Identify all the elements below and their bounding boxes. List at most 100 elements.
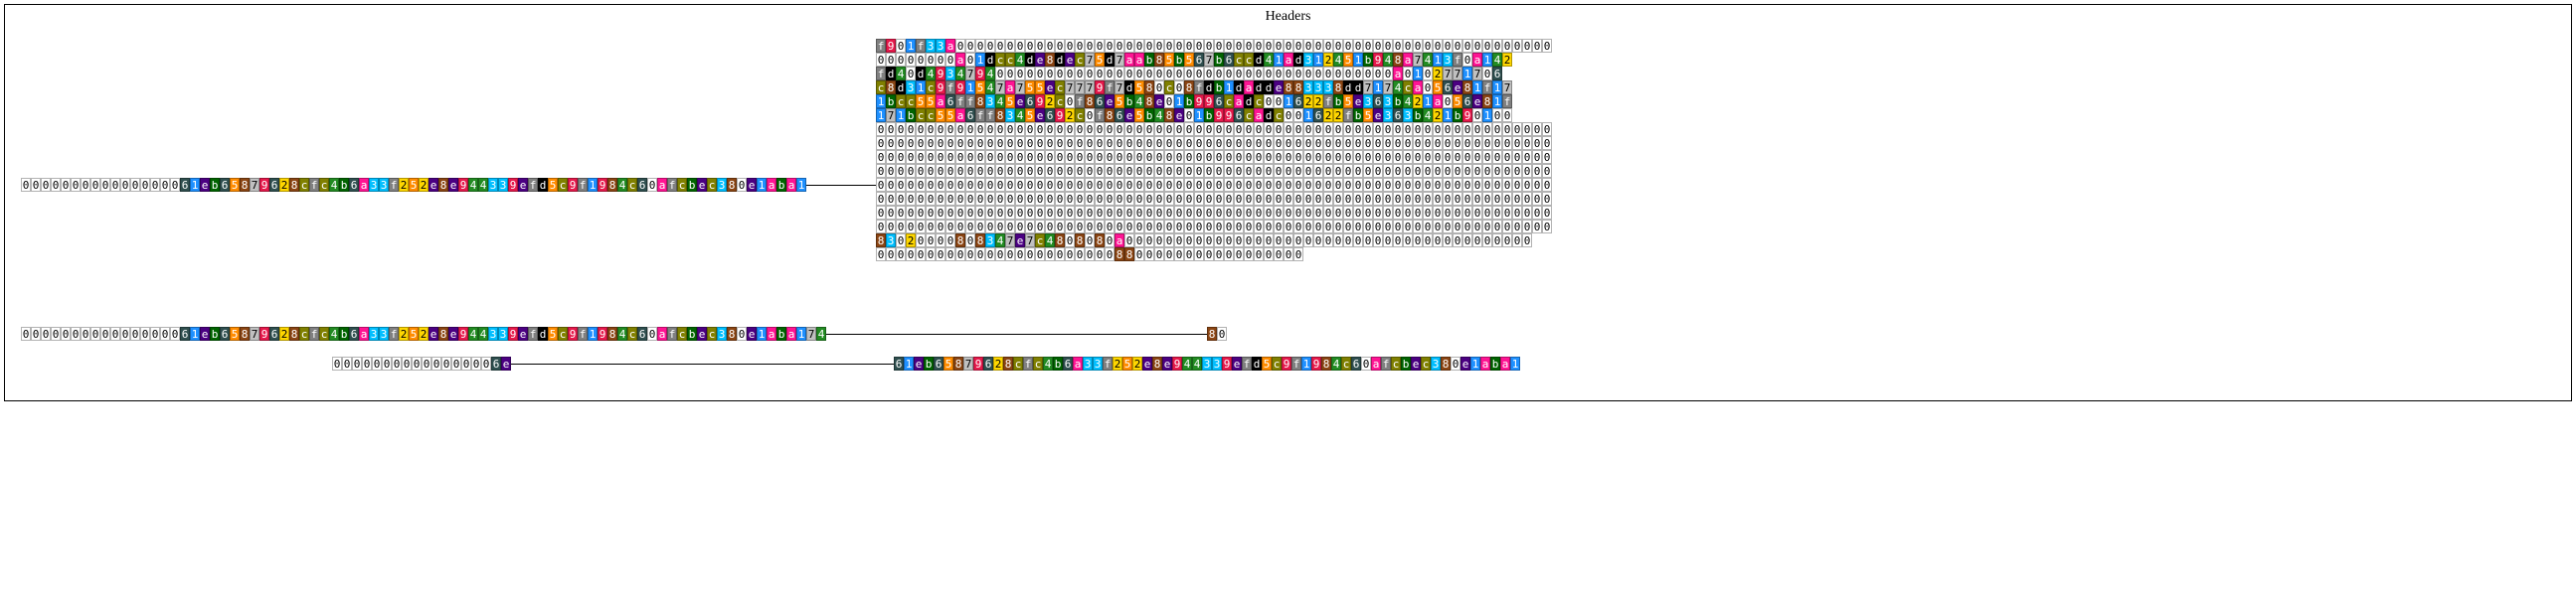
- hex-cell: 0: [1453, 164, 1462, 178]
- hex-cell: 0: [1373, 122, 1383, 136]
- headers-panel: Headers 000000000000000061eb65879628cfc4…: [4, 4, 2572, 401]
- hex-cell: 0: [995, 150, 1005, 164]
- hex-cell: 0: [1025, 247, 1035, 261]
- hex-cell: 0: [896, 39, 906, 53]
- hex-cell: 0: [1482, 122, 1492, 136]
- hex-cell: 8: [1164, 108, 1174, 122]
- hex-cell: 0: [1303, 178, 1313, 192]
- hex-cell: 0: [886, 164, 896, 178]
- hex-cell: 0: [1363, 39, 1373, 53]
- hex-cell: 0: [1353, 39, 1363, 53]
- hex-cell: 3: [1313, 80, 1323, 94]
- hex-cell: 0: [1433, 192, 1443, 206]
- hex-cell: 0: [1204, 150, 1214, 164]
- hex-cell: 0: [1363, 178, 1373, 192]
- hex-cell: 0: [1313, 150, 1323, 164]
- hex-cell: 0: [1284, 206, 1293, 220]
- hex-cell: 0: [1095, 150, 1105, 164]
- hex-cell: a: [1073, 357, 1083, 371]
- hex-cell: 1: [1313, 53, 1323, 67]
- hex-cell: 0: [1423, 39, 1433, 53]
- hex-cell: 8: [1055, 233, 1065, 247]
- hex-cell: 2: [279, 178, 289, 192]
- hex-cell: 0: [1154, 178, 1164, 192]
- hex-cell: 0: [1492, 164, 1502, 178]
- hex-cell: 0: [926, 136, 936, 150]
- hex-cell: 0: [1453, 150, 1462, 164]
- hex-cell: 0: [1492, 122, 1502, 136]
- hex-cell: 0: [1482, 164, 1492, 178]
- hex-cell: a: [657, 178, 667, 192]
- hex-cell: 0: [1472, 220, 1482, 233]
- hex-cell: 6: [349, 327, 359, 341]
- hex-cell: c: [1244, 108, 1254, 122]
- hex-cell: 0: [1413, 233, 1423, 247]
- hex-cell: 2: [419, 178, 429, 192]
- hex-cell: 0: [1005, 39, 1015, 53]
- hex-cell: 0: [1542, 122, 1552, 136]
- hex-cell: 0: [1254, 39, 1264, 53]
- hex-cell: 0: [1433, 122, 1443, 136]
- hex-cell: 0: [1184, 108, 1194, 122]
- hex-cell: 0: [481, 357, 491, 371]
- hex-cell: a: [1115, 233, 1124, 247]
- hex-cell: 4: [995, 94, 1005, 108]
- hex-cell: 8: [1321, 357, 1331, 371]
- hex-cell: 0: [1393, 178, 1403, 192]
- hex-cell: e: [1232, 357, 1242, 371]
- hex-cell: 7: [806, 327, 816, 341]
- hex-cell: 0: [1472, 136, 1482, 150]
- hex-cell: 5: [916, 94, 926, 108]
- hex-cell: c: [1164, 80, 1174, 94]
- hex-cell: 0: [1154, 150, 1164, 164]
- hex-cell: 0: [1075, 220, 1085, 233]
- hex-cell: 0: [1234, 39, 1244, 53]
- hex-cell: 0: [1234, 136, 1244, 150]
- hex-cell: 0: [975, 178, 985, 192]
- hex-cell: 4: [1134, 94, 1144, 108]
- hex-cell: 0: [21, 327, 31, 341]
- hex-cell: 0: [1105, 150, 1115, 164]
- hex-cell: b: [1401, 357, 1411, 371]
- hex-cell: 0: [1005, 206, 1015, 220]
- hex-cell: f: [1075, 94, 1085, 108]
- hex-cell: 4: [1423, 53, 1433, 67]
- hex-cell: 0: [1194, 178, 1204, 192]
- hex-cell: 0: [120, 327, 130, 341]
- hex-cell: 0: [1264, 192, 1274, 206]
- hex-cell: 0: [1085, 233, 1095, 247]
- hex-grid-row: 0000000000000000000000000000000000000000…: [876, 136, 1552, 150]
- hex-cell: 9: [458, 178, 468, 192]
- hex-cell: 0: [1502, 178, 1512, 192]
- hex-cell: a: [1480, 357, 1490, 371]
- hex-grid-row: 0000000000000000000000008800000000000000…: [876, 247, 1552, 261]
- hex-cell: 0: [1234, 164, 1244, 178]
- hex-cell: 0: [1403, 206, 1413, 220]
- hex-cell: 0: [1343, 150, 1353, 164]
- hex-cell: 0: [1055, 206, 1065, 220]
- hex-cell: 3: [717, 327, 727, 341]
- hex-cell: 0: [1194, 39, 1204, 53]
- hex-cell: 0: [1462, 136, 1472, 150]
- hex-cell: 0: [1214, 67, 1224, 80]
- hex-cell: 0: [1403, 136, 1413, 150]
- hex-cell: f: [876, 39, 886, 53]
- hex-cell: 0: [955, 39, 965, 53]
- hex-cell: 0: [876, 247, 886, 261]
- hex-cell: 5: [409, 327, 419, 341]
- hex-cell: 0: [1234, 247, 1244, 261]
- hex-cell: 0: [1095, 247, 1105, 261]
- hex-cell: 0: [896, 247, 906, 261]
- hex-cell: 0: [170, 327, 180, 341]
- hex-cell: 0: [906, 122, 916, 136]
- hex-cell: 9: [1222, 357, 1232, 371]
- hex-cell: 0: [1293, 122, 1303, 136]
- hex-cell: 1: [965, 80, 975, 94]
- hex-cell: 0: [1333, 164, 1343, 178]
- hex-cell: 0: [1075, 150, 1085, 164]
- hex-cell: 0: [1184, 39, 1194, 53]
- hex-cell: 0: [1035, 122, 1045, 136]
- hex-cell: 0: [936, 150, 945, 164]
- hex-cell: 0: [1144, 192, 1154, 206]
- hex-cell: a: [767, 327, 776, 341]
